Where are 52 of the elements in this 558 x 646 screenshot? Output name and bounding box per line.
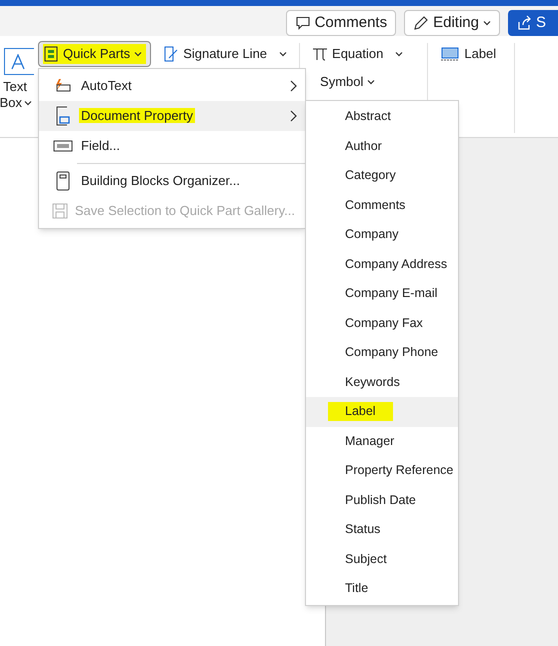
chevron-down-icon: [395, 50, 404, 58]
text-box-label: Box: [0, 95, 34, 111]
chevron-right-icon: [289, 80, 297, 92]
menu-item[interactable]: Company Fax: [306, 308, 458, 338]
document-property-icon: [55, 106, 71, 126]
menu-item[interactable]: Company E-mail: [306, 279, 458, 308]
menu-item[interactable]: Category: [306, 161, 458, 190]
menu-item[interactable]: Field...: [39, 131, 305, 161]
menu-item[interactable]: Publish Date: [306, 486, 458, 515]
menu-item[interactable]: Title: [306, 574, 458, 604]
chevron-right-icon: [289, 110, 297, 122]
quick-parts-button[interactable]: Quick Parts: [38, 41, 152, 67]
signature-line-button[interactable]: Signature Line: [159, 41, 292, 67]
menu-item[interactable]: Status: [306, 515, 458, 544]
menu-item[interactable]: Abstract: [306, 102, 458, 132]
editing-button[interactable]: Editing: [404, 10, 500, 36]
symbol-button[interactable]: Symbol: [308, 71, 408, 93]
menu-item[interactable]: Keywords: [306, 368, 458, 397]
chevron-down-icon: [24, 99, 32, 107]
label-button[interactable]: Label: [436, 41, 500, 67]
menu-item[interactable]: Building Blocks Organizer...: [39, 166, 305, 196]
chevron-down-icon: [134, 50, 142, 58]
menu-item[interactable]: Property Reference: [306, 456, 458, 486]
share-button[interactable]: S: [508, 10, 558, 36]
pencil-icon: [413, 15, 430, 31]
text-box-label: Text: [3, 79, 28, 95]
comment-icon: [294, 15, 311, 31]
share-icon: [516, 15, 532, 31]
signature-icon: [163, 46, 180, 62]
autotext-icon: [53, 78, 73, 94]
menu-item[interactable]: Author: [306, 132, 458, 161]
text-box-icon[interactable]: [4, 48, 34, 75]
chevron-down-icon: [367, 78, 376, 86]
save-icon: [52, 203, 68, 219]
comments-button[interactable]: Comments: [286, 10, 396, 36]
pi-icon: [312, 46, 328, 62]
menu-item[interactable]: Label: [306, 397, 458, 426]
chevron-down-icon: [482, 19, 491, 27]
label-icon: [440, 46, 460, 62]
chevron-down-icon: [279, 50, 288, 58]
menu-item[interactable]: Comments: [306, 190, 458, 220]
menu-item[interactable]: Company Phone: [306, 338, 458, 368]
menu-item[interactable]: Manager: [306, 426, 458, 456]
menu-item[interactable]: Document Property: [39, 101, 305, 131]
field-icon: [53, 140, 73, 152]
book-icon: [55, 171, 71, 191]
equation-button[interactable]: Equation: [308, 41, 408, 67]
quick-parts-icon: [43, 46, 59, 62]
menu-item[interactable]: AutoText: [39, 71, 305, 101]
menu-item[interactable]: Subject: [306, 544, 458, 574]
menu-item[interactable]: Company Address: [306, 250, 458, 279]
menu-item[interactable]: Company: [306, 220, 458, 250]
